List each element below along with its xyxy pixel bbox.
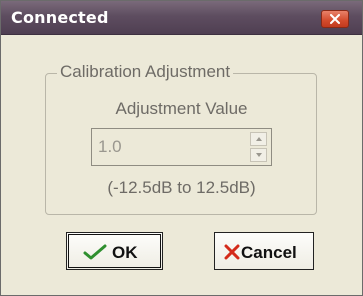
chevron-up-icon xyxy=(256,137,262,141)
close-icon xyxy=(330,14,340,24)
ok-button[interactable]: OK xyxy=(66,232,163,270)
window-title: Connected xyxy=(11,8,109,27)
group-title: Calibration Adjustment xyxy=(57,62,234,82)
cancel-button[interactable]: Cancel xyxy=(214,232,314,270)
close-button[interactable] xyxy=(321,10,349,28)
adjustment-label: Adjustment Value xyxy=(115,99,248,118)
adjustment-value-spinbox[interactable]: 1.0 xyxy=(91,128,272,166)
spin-down-button[interactable] xyxy=(250,148,267,162)
range-hint: (-12.5dB to 12.5dB) xyxy=(107,178,256,197)
dialog-window: Connected Calibration Adjustment Adjustm… xyxy=(0,0,363,296)
spin-up-button[interactable] xyxy=(250,132,267,146)
ok-button-label: OK xyxy=(112,243,138,262)
cross-icon xyxy=(224,244,240,260)
chevron-down-icon xyxy=(256,153,262,157)
title-bar[interactable]: Connected xyxy=(1,1,362,35)
cancel-button-label: Cancel xyxy=(241,243,297,262)
checkmark-icon xyxy=(83,244,107,260)
adjustment-value-field[interactable]: 1.0 xyxy=(98,137,122,157)
